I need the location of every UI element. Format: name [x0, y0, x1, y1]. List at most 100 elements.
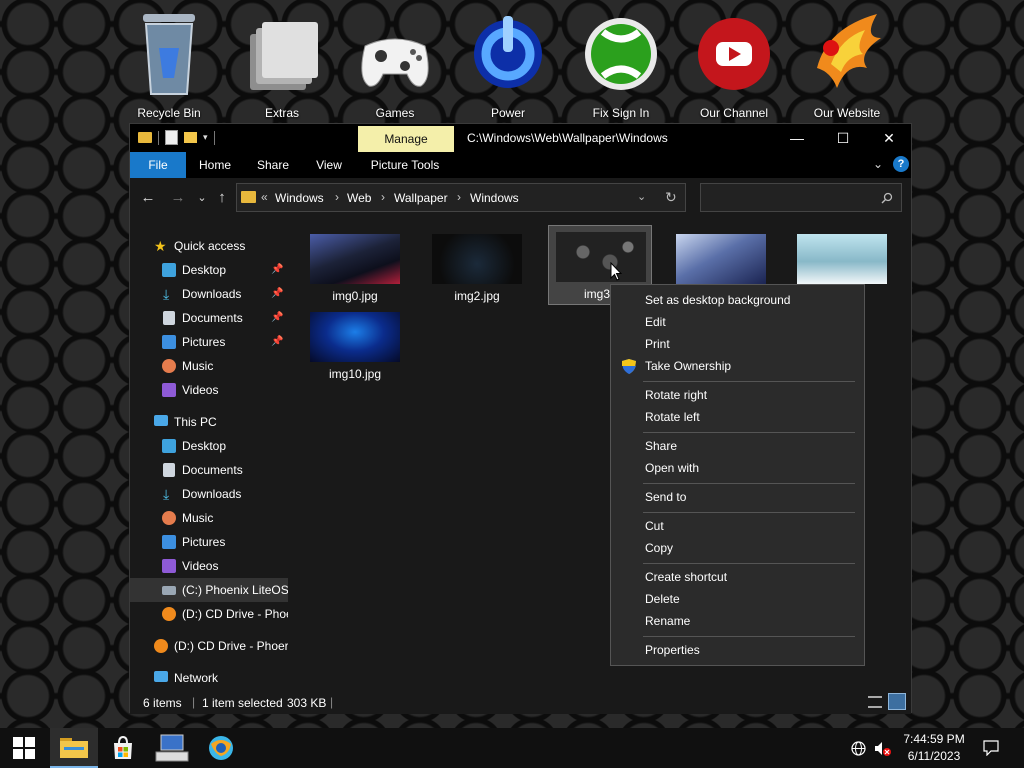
nav-quick-access[interactable]: ★ Quick access — [130, 234, 288, 258]
menu-item-label: Copy — [645, 541, 674, 555]
nav-this-pc[interactable]: This PC — [130, 410, 288, 434]
nav-quick-videos[interactable]: Videos — [130, 378, 288, 402]
menu-item-cut[interactable]: Cut — [611, 515, 864, 537]
menu-item-label: Rename — [645, 614, 691, 628]
menu-item-properties[interactable]: Properties — [611, 639, 864, 661]
tab-file[interactable]: File — [130, 152, 186, 178]
maximize-button[interactable]: ☐ — [820, 124, 866, 152]
start-icon — [13, 737, 35, 759]
menu-item-rotate-right[interactable]: Rotate right — [611, 384, 864, 406]
nav-quick-documents[interactable]: Documents 📌 — [130, 306, 288, 330]
properties-icon[interactable] — [165, 130, 178, 145]
nav-quick-pictures[interactable]: Pictures 📌 — [130, 330, 288, 354]
breadcrumb-windows-current[interactable]: Windows — [470, 191, 519, 205]
file-item[interactable]: img0.jpg — [303, 228, 407, 308]
desktop-icon-games[interactable]: Games — [345, 8, 445, 122]
menu-item-copy[interactable]: Copy — [611, 537, 864, 559]
pin-icon[interactable]: 📌 — [271, 258, 283, 282]
start-button[interactable] — [0, 728, 48, 768]
nav-quick-desktop[interactable]: Desktop 📌 — [130, 258, 288, 282]
refresh-icon[interactable]: ↻ — [665, 189, 677, 206]
menu-item-share[interactable]: Share — [611, 435, 864, 457]
address-bar[interactable]: « Windows › Web › Wallpaper › Windows ⌄ … — [236, 183, 686, 212]
pin-icon[interactable]: 📌 — [271, 282, 283, 306]
up-button[interactable]: ↑ — [212, 188, 232, 208]
search-input[interactable] — [705, 188, 879, 208]
nav-pc-music[interactable]: Music — [130, 506, 288, 530]
menu-item-take-ownership[interactable]: Take Ownership — [611, 355, 864, 377]
menu-item-label: Take Ownership — [645, 359, 732, 373]
tab-home[interactable]: Home — [190, 152, 240, 178]
breadcrumb-windows[interactable]: Windows — [275, 191, 324, 205]
pin-icon[interactable]: 📌 — [271, 306, 283, 330]
taskbar-browser[interactable] — [197, 728, 245, 768]
breadcrumb-separator[interactable]: › — [457, 190, 461, 204]
desktop-icon-our-channel[interactable]: Our Channel — [684, 8, 784, 122]
file-item[interactable]: img2.jpg — [425, 228, 529, 308]
selection-count: 1 item selected — [202, 696, 283, 710]
volume-muted-icon[interactable] — [874, 741, 892, 756]
nav-pc-videos[interactable]: Videos — [130, 554, 288, 578]
menu-item-open-with[interactable]: Open with — [611, 457, 864, 479]
nav-label: Documents — [182, 463, 243, 477]
menu-item-delete[interactable]: Delete — [611, 588, 864, 610]
nav-cd-drive[interactable]: (D:) CD Drive - Phoer — [130, 634, 288, 658]
nav-label: Downloads — [182, 487, 242, 501]
help-icon[interactable]: ? — [893, 156, 909, 172]
pin-icon[interactable]: 📌 — [271, 330, 283, 354]
tab-share[interactable]: Share — [248, 152, 298, 178]
nav-pc-drive-d[interactable]: (D:) CD Drive - Phoe — [130, 602, 288, 626]
file-item[interactable]: img10.jpg — [303, 306, 407, 386]
forward-button[interactable]: → — [168, 188, 188, 208]
new-folder-icon[interactable] — [184, 132, 197, 143]
system-clock[interactable]: 7:44:59 PM 6/11/2023 — [898, 731, 970, 765]
details-view-icon[interactable] — [868, 696, 882, 708]
notification-center-icon[interactable] — [983, 740, 999, 756]
nav-pc-desktop[interactable]: Desktop — [130, 434, 288, 458]
nav-pc-drive-c[interactable]: (C:) Phoenix LiteOS — [130, 578, 288, 602]
breadcrumb-wallpaper[interactable]: Wallpaper — [394, 191, 448, 205]
desktop-icon-label: Recycle Bin — [137, 106, 201, 120]
expand-ribbon-icon[interactable]: ⌄ — [873, 157, 883, 171]
breadcrumb-web[interactable]: Web — [347, 191, 371, 205]
overflow-crumb-icon[interactable]: « — [261, 190, 268, 204]
large-icons-view-icon[interactable] — [888, 693, 906, 710]
language-globe-icon[interactable] — [851, 741, 866, 756]
recent-locations-button[interactable]: ⌄ — [192, 188, 212, 208]
nav-pc-downloads[interactable]: ⤓ Downloads — [130, 482, 288, 506]
taskbar-keyboard-app[interactable] — [148, 728, 196, 768]
drive-icon — [162, 586, 176, 595]
tab-picture-tools[interactable]: Picture Tools — [362, 152, 448, 178]
desktop-icon-power[interactable]: Power — [458, 8, 558, 122]
nav-pc-documents[interactable]: Documents — [130, 458, 288, 482]
desktop-icon-extras[interactable]: Extras — [232, 8, 332, 122]
tab-view[interactable]: View — [304, 152, 354, 178]
nav-label: (C:) Phoenix LiteOS — [182, 583, 288, 597]
menu-item-set-desktop-background[interactable]: Set as desktop background — [611, 289, 864, 311]
desktop-icon-fix-sign-in[interactable]: Fix Sign In — [571, 8, 671, 122]
nav-quick-music[interactable]: Music — [130, 354, 288, 378]
chevron-down-icon[interactable]: ⌄ — [637, 190, 646, 203]
taskbar-file-explorer[interactable] — [50, 728, 98, 768]
taskbar-store[interactable] — [99, 728, 147, 768]
menu-item-rename[interactable]: Rename — [611, 610, 864, 632]
desktop-icon-recycle-bin[interactable]: Recycle Bin — [119, 8, 219, 122]
menu-item-create-shortcut[interactable]: Create shortcut — [611, 566, 864, 588]
nav-pc-pictures[interactable]: Pictures — [130, 530, 288, 554]
minimize-button[interactable]: — — [774, 124, 820, 152]
nav-quick-downloads[interactable]: ⤓ Downloads 📌 — [130, 282, 288, 306]
close-button[interactable]: ✕ — [866, 124, 912, 152]
desktop-icon-our-website[interactable]: Our Website — [797, 8, 897, 122]
breadcrumb-separator[interactable]: › — [381, 190, 385, 204]
breadcrumb-separator[interactable]: › — [335, 190, 339, 204]
desktop-icon-label: Power — [490, 106, 525, 120]
back-button[interactable]: ← — [138, 188, 158, 208]
menu-item-print[interactable]: Print — [611, 333, 864, 355]
menu-item-send-to[interactable]: Send to — [611, 486, 864, 508]
search-box[interactable] — [700, 183, 902, 212]
manage-tab[interactable]: Manage — [358, 126, 454, 152]
customize-toolbar-icon[interactable]: ▾ — [203, 132, 208, 143]
menu-item-rotate-left[interactable]: Rotate left — [611, 406, 864, 428]
nav-network[interactable]: Network — [130, 666, 288, 690]
menu-item-edit[interactable]: Edit — [611, 311, 864, 333]
